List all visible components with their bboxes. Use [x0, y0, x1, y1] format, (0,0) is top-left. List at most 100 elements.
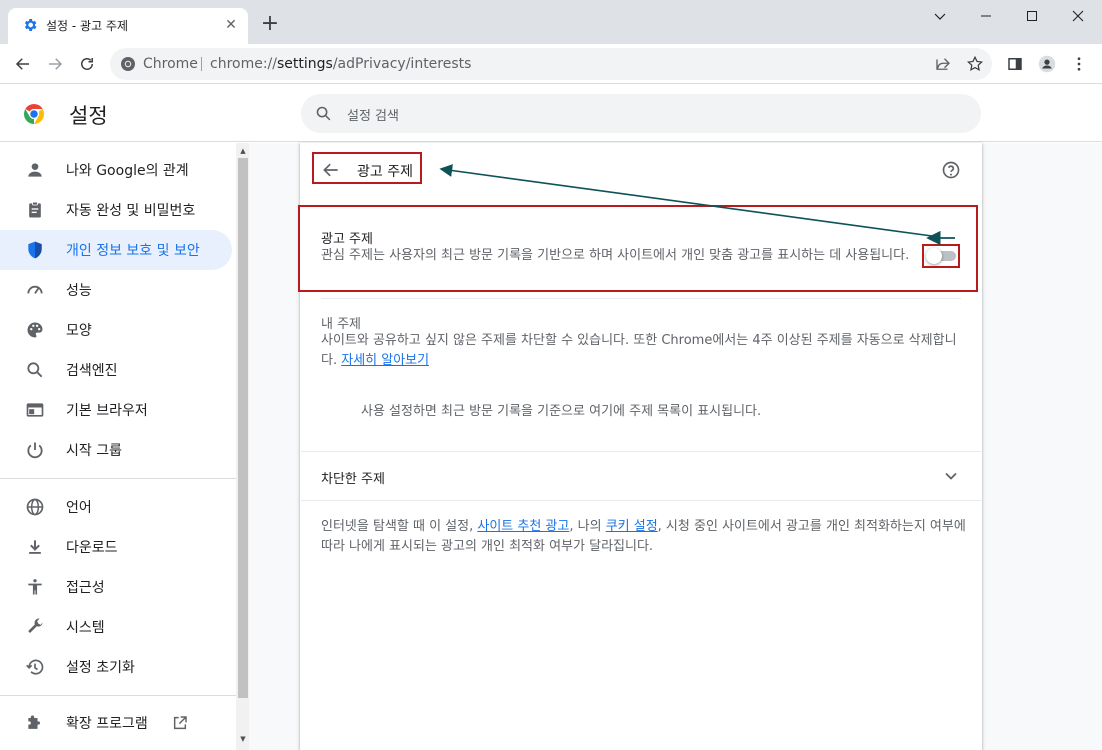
sidebar-item-accessibility[interactable]: 접근성	[0, 567, 232, 607]
puzzle-icon	[25, 713, 45, 733]
tab-search-button[interactable]	[917, 0, 963, 32]
settings-search-input[interactable]: 설정 검색	[301, 94, 981, 133]
sidebar-item-reset-settings[interactable]: 설정 초기화	[0, 647, 232, 687]
tab-title: 설정 - 광고 주제	[46, 19, 129, 33]
minimize-icon	[981, 15, 991, 17]
sidebar-divider	[0, 695, 236, 696]
sidebar-item-label: 개인 정보 보호 및 보안	[66, 243, 200, 259]
forward-button[interactable]	[43, 52, 67, 76]
sidebar: 나와 Google의 관계 자동 완성 및 비밀번호 개인 정보 보호 및 보안…	[0, 143, 236, 750]
site-suggested-ads-link[interactable]: 사이트 추천 광고	[477, 519, 569, 534]
page-title: 설정	[69, 104, 108, 128]
sidebar-item-on-startup[interactable]: 시작 그룹	[0, 430, 232, 470]
maximize-button[interactable]	[1009, 0, 1055, 32]
tab-close-icon[interactable]: ✕	[222, 16, 240, 34]
sidebar-item-label: 시작 그룹	[66, 443, 122, 459]
scroll-down-arrow-icon[interactable]: ▼	[239, 735, 247, 743]
divider	[321, 298, 961, 299]
chevron-down-icon	[934, 13, 946, 20]
omnibox-url[interactable]: chrome://settings/adPrivacy/interests	[210, 56, 471, 72]
accessibility-icon	[25, 577, 45, 597]
power-icon	[25, 440, 45, 460]
arrow-right-icon	[49, 58, 63, 70]
sidebar-item-label: 설정 초기화	[66, 660, 135, 676]
sidebar-item-appearance[interactable]: 모양	[0, 310, 232, 350]
sidebar-item-label: 확장 프로그램	[66, 716, 148, 732]
share-icon[interactable]	[934, 55, 952, 73]
clipboard-icon	[25, 200, 45, 220]
sidebar-item-label: 언어	[66, 500, 92, 516]
more-vert-icon	[1077, 57, 1081, 71]
blocked-topics-title: 차단한 주제	[321, 472, 385, 487]
annotation-box-toggle	[922, 244, 960, 268]
sidebar-item-you-and-google[interactable]: 나와 Google의 관계	[0, 150, 232, 190]
title-bar: 설정 - 광고 주제 ✕ +	[0, 0, 1102, 44]
divider	[301, 500, 981, 501]
sidebar-item-languages[interactable]: 언어	[0, 487, 232, 527]
annotation-box-ad-topics	[298, 205, 978, 292]
settings-header: 설정 설정 검색	[0, 85, 1102, 142]
wrench-icon	[25, 617, 45, 637]
chrome-logo-icon	[24, 104, 44, 124]
side-panel-button[interactable]	[1003, 52, 1027, 76]
globe-icon	[25, 497, 45, 517]
back-button[interactable]	[11, 52, 35, 76]
footer-text: 인터넷을 탐색할 때 이 설정,	[321, 519, 478, 534]
chrome-site-icon[interactable]	[120, 56, 136, 72]
side-panel-icon	[1008, 58, 1022, 70]
footer-text: , 나의	[569, 519, 606, 534]
footer-note: 인터넷을 탐색할 때 이 설정, 사이트 추천 광고, 나의 쿠키 설정, 시청…	[321, 517, 966, 557]
learn-more-link[interactable]: 자세히 알아보기	[341, 353, 429, 368]
cookie-settings-link[interactable]: 쿠키 설정	[606, 519, 658, 534]
menu-button[interactable]	[1067, 52, 1091, 76]
reload-button[interactable]	[75, 52, 99, 76]
sidebar-item-search-engine[interactable]: 검색엔진	[0, 350, 232, 390]
minimize-button[interactable]	[963, 0, 1009, 32]
sidebar-item-label: 다운로드	[66, 540, 118, 556]
sidebar-item-performance[interactable]: 성능	[0, 270, 232, 310]
browser-icon	[25, 400, 45, 420]
sidebar-divider	[0, 478, 236, 479]
search-icon	[25, 360, 45, 380]
url-scheme: chrome://	[210, 56, 277, 72]
shield-icon	[25, 240, 45, 260]
sidebar-item-system[interactable]: 시스템	[0, 607, 232, 647]
sidebar-item-privacy[interactable]: 개인 정보 보호 및 보안	[0, 230, 232, 270]
profile-button[interactable]	[1035, 52, 1059, 76]
bookmark-star-icon[interactable]	[966, 55, 984, 73]
url-path: /adPrivacy/interests	[332, 56, 472, 72]
url-host: settings	[277, 56, 333, 72]
omnibox-separator	[201, 57, 202, 71]
sidebar-item-label: 모양	[66, 323, 92, 339]
sidebar-item-downloads[interactable]: 다운로드	[0, 527, 232, 567]
scroll-up-arrow-icon[interactable]: ▲	[239, 147, 247, 155]
palette-icon	[25, 320, 45, 340]
reload-icon	[81, 58, 93, 70]
download-icon	[25, 537, 45, 557]
browser-tab[interactable]: 설정 - 광고 주제 ✕	[8, 8, 248, 44]
arrow-left-icon	[15, 58, 29, 70]
address-bar[interactable]: Chrome chrome://settings/adPrivacy/inter…	[110, 48, 992, 80]
search-placeholder: 설정 검색	[347, 109, 399, 124]
sidebar-item-default-browser[interactable]: 기본 브라우저	[0, 390, 232, 430]
sidebar-item-label: 자동 완성 및 비밀번호	[66, 203, 196, 219]
sidebar-item-extensions[interactable]: 확장 프로그램	[0, 703, 232, 743]
sidebar-item-label: 기본 브라우저	[66, 403, 148, 419]
sidebar-item-label: 시스템	[66, 620, 105, 636]
sidebar-item-label: 검색엔진	[66, 363, 118, 379]
close-window-button[interactable]	[1055, 0, 1101, 32]
sidebar-scrollbar-thumb[interactable]	[238, 158, 248, 698]
sidebar-item-label: 접근성	[66, 580, 105, 596]
gear-icon	[24, 19, 37, 31]
sidebar-item-label: 성능	[66, 283, 92, 299]
browser-toolbar: Chrome chrome://settings/adPrivacy/inter…	[0, 44, 1102, 84]
chevron-down-icon	[945, 472, 957, 480]
new-tab-button[interactable]: +	[258, 12, 282, 36]
help-icon[interactable]	[941, 160, 961, 180]
open-in-new-icon	[173, 716, 187, 730]
sidebar-item-autofill[interactable]: 자동 완성 및 비밀번호	[0, 190, 232, 230]
my-topics-label: 내 주제	[321, 317, 362, 332]
empty-topics-message: 사용 설정하면 최근 방문 기록을 기준으로 여기에 주제 목록이 표시됩니다.	[361, 404, 762, 419]
person-icon	[25, 160, 45, 180]
blocked-topics-expander[interactable]: 차단한 주제	[301, 452, 981, 500]
